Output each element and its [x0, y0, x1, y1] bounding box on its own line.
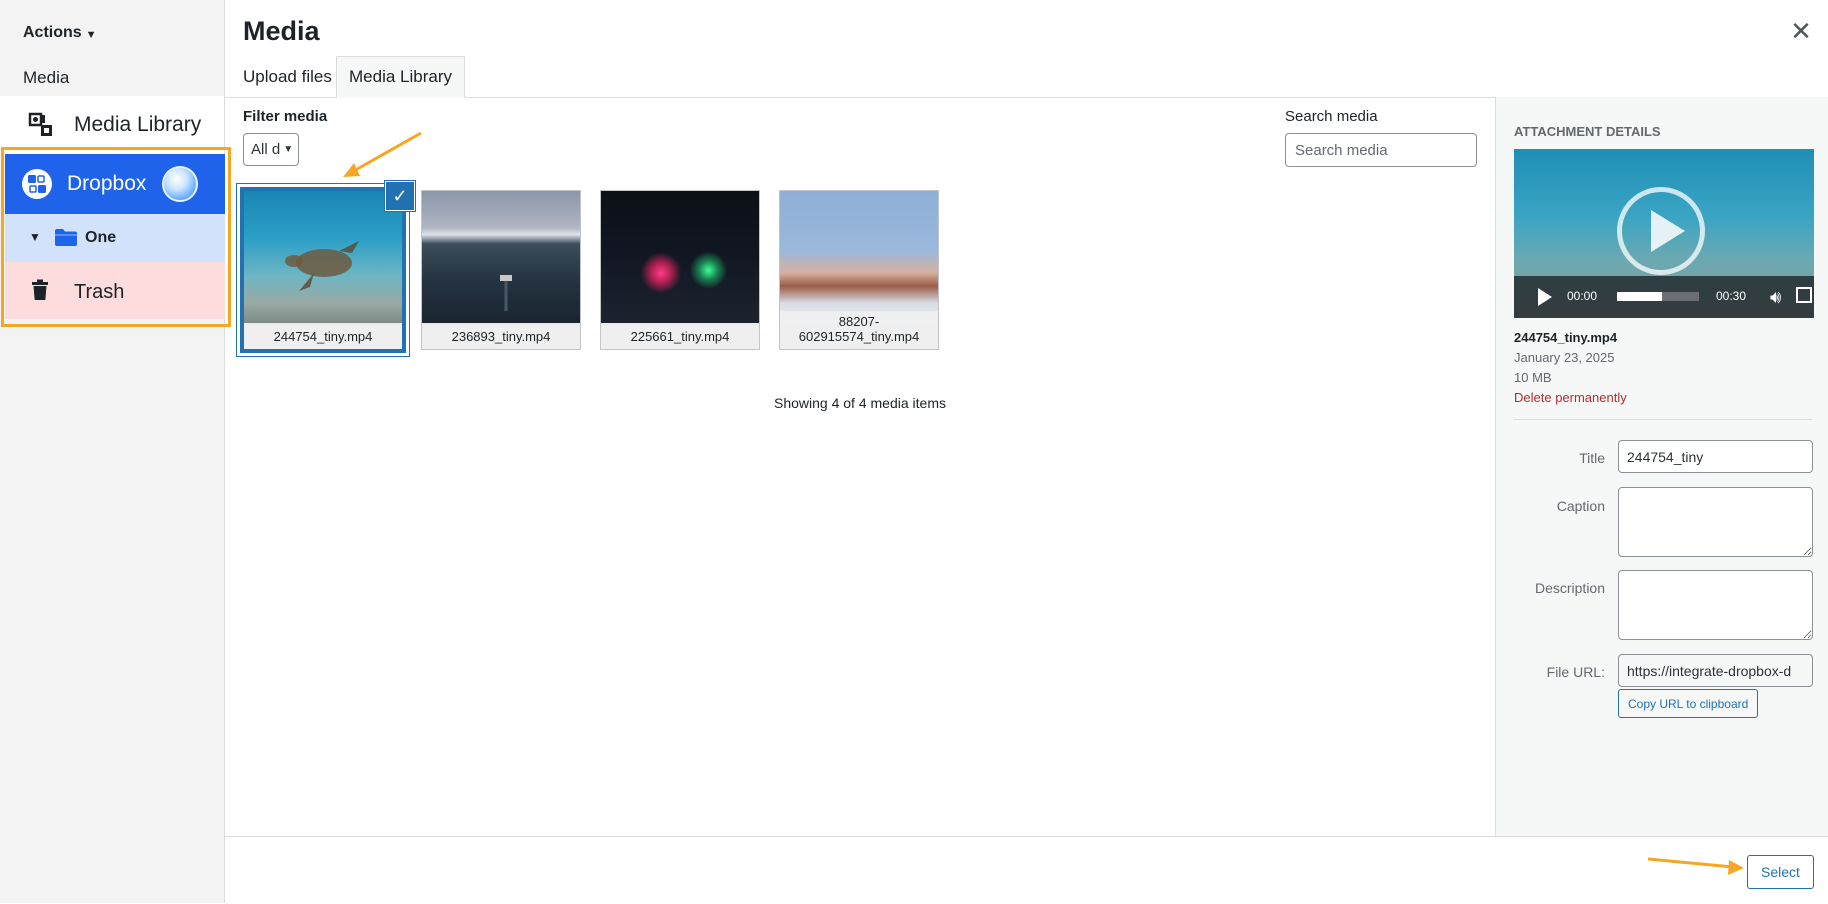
attachment-date: January 23, 2025 [1514, 350, 1615, 365]
tab-bar: Upload files Media Library [225, 56, 1828, 98]
actions-menu[interactable]: Actions ▼ [23, 24, 97, 42]
showing-count: Showing 4 of 4 media items [774, 395, 946, 411]
media-library-icon [28, 112, 52, 136]
play-overlay-triangle [1651, 210, 1685, 252]
media-item[interactable]: 88207- 602915574_tiny.mp4 [779, 190, 939, 350]
attachment-details-heading: Attachment details [1514, 124, 1661, 139]
checkmark-icon[interactable]: ✓ [385, 181, 415, 211]
filter-media-select[interactable]: All d ▼ [243, 133, 299, 166]
sidebar-item-trash[interactable]: Trash [5, 262, 225, 319]
volume-icon[interactable]: 🔊︎ [1770, 287, 1781, 308]
filter-selected-value: All d [251, 141, 281, 158]
filename-line: 88207- [838, 314, 880, 329]
search-input[interactable] [1285, 133, 1477, 167]
sidebar-item-label: Dropbox [67, 172, 147, 195]
divider [1514, 419, 1812, 420]
title-field[interactable] [1618, 440, 1813, 473]
tab-upload-files[interactable]: Upload files [231, 56, 344, 97]
modal-footer [225, 836, 1828, 904]
file-url-field[interactable] [1618, 654, 1813, 687]
sidebar-item-label: One [85, 229, 117, 246]
media-heading: Media [23, 68, 70, 87]
delete-permanently-link[interactable]: Delete permanently [1514, 390, 1627, 405]
media-item-filename: 88207- 602915574_tiny.mp4 [780, 311, 938, 349]
expand-triangle-icon[interactable]: ▼ [29, 230, 41, 244]
copy-url-button[interactable]: Copy URL to clipboard [1618, 689, 1759, 718]
video-thumbnail [422, 191, 580, 323]
attachment-size: 10 MB [1514, 370, 1552, 385]
select-button[interactable]: Select [1747, 855, 1814, 889]
fullscreen-icon[interactable] [1796, 287, 1812, 303]
folder-sidebar: Actions ▼ Media Media Library [0, 0, 225, 903]
media-item[interactable]: 244754_tiny.mp4 [240, 187, 406, 353]
media-item[interactable]: 236893_tiny.mp4 [421, 190, 581, 350]
filename-line: 602915574_tiny.mp4 [798, 329, 920, 344]
sidebar-item-dropbox[interactable]: Dropbox [5, 154, 225, 214]
chevron-down-icon: ▼ [283, 144, 294, 155]
caption-field[interactable] [1618, 487, 1813, 557]
attachment-filename: 244754_tiny.mp4 [1514, 330, 1618, 345]
description-label: Description [1534, 580, 1605, 596]
video-thumbnail [780, 191, 938, 323]
filter-media-label: Filter media [243, 108, 328, 125]
sidebar-item-media-library[interactable]: Media Library [0, 96, 224, 154]
sidebar-item-label: Trash [74, 281, 125, 303]
annotation-arrow-thumbnail [343, 131, 422, 177]
sidebar-item-one[interactable]: ▼ One [5, 214, 225, 262]
media-item-filename: 225661_tiny.mp4 [601, 325, 759, 349]
video-thumbnail [244, 191, 402, 323]
trash-icon [32, 279, 48, 300]
play-icon[interactable] [1538, 288, 1552, 306]
dropbox-app-icon [22, 169, 52, 199]
media-item[interactable]: 225661_tiny.mp4 [600, 190, 760, 350]
actions-label: Actions [23, 24, 82, 41]
media-item-filename: 236893_tiny.mp4 [422, 325, 580, 349]
tab-media-library[interactable]: Media Library [336, 56, 465, 98]
modal-title: Media [243, 16, 320, 46]
caret-down-icon: ▼ [85, 29, 97, 41]
duration: 00:30 [1716, 289, 1747, 303]
description-field[interactable] [1618, 570, 1813, 640]
title-label: Title [1579, 450, 1605, 466]
folder-icon [55, 229, 77, 246]
close-icon[interactable]: ✕ [1786, 16, 1816, 46]
video-thumbnail [601, 191, 759, 323]
current-time: 00:00 [1567, 289, 1598, 303]
search-media-label: Search media [1285, 108, 1378, 125]
media-item-filename: 244754_tiny.mp4 [244, 325, 402, 349]
video-progress-bar[interactable] [1617, 292, 1699, 301]
caption-label: Caption [1556, 498, 1605, 514]
cloud-sync-icon [162, 166, 198, 202]
sidebar-item-label: Media Library [74, 113, 202, 136]
video-progress-fill [1617, 292, 1663, 301]
video-controls: 00:00 00:30 🔊︎ [1514, 276, 1814, 318]
file-url-label: File URL: [1546, 664, 1605, 680]
